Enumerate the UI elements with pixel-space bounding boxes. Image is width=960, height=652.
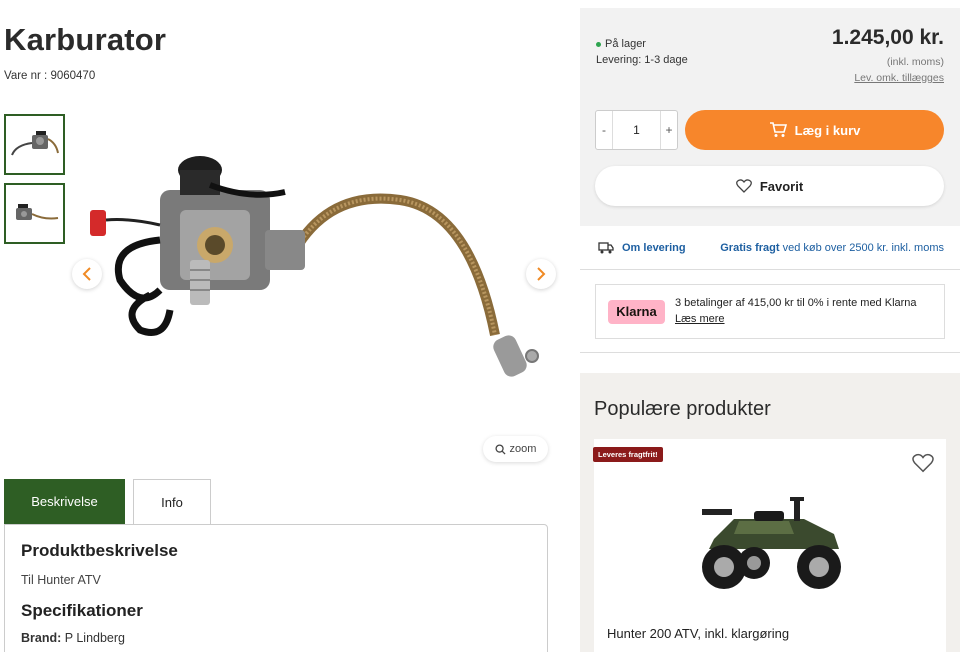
divider <box>580 352 960 353</box>
shipping-info-row: Om levering Gratis fragt ved køb over 25… <box>580 226 960 270</box>
add-to-cart-label: Læg i kurv <box>794 122 861 138</box>
spec-brand: Brand: P Lindberg <box>21 631 531 645</box>
klarna-logo: Klarna <box>608 299 665 324</box>
favorite-button[interactable]: Favorit <box>595 166 944 206</box>
tab-beskrivelse[interactable]: Beskrivelse <box>4 479 125 524</box>
stock-label: På lager <box>605 38 646 50</box>
quantity-stepper: - 1 + <box>595 110 678 150</box>
about-delivery-link[interactable]: Om levering <box>598 242 686 254</box>
klarna-text: 3 betalinger af 415,00 kr til 0% i rente… <box>675 296 917 309</box>
zoom-label: zoom <box>509 443 537 455</box>
klarna-read-more-link[interactable]: Læs mere <box>675 312 917 328</box>
product-sku: Vare nr : 9060470 <box>4 70 96 82</box>
quantity-input[interactable]: 1 <box>613 111 660 149</box>
vat-note: (inkl. moms) <box>886 56 944 68</box>
popular-products-title: Populære produkter <box>594 398 771 420</box>
favorite-label: Favorit <box>759 178 804 194</box>
product-main-image[interactable] <box>80 140 560 390</box>
klarna-info: 3 betalinger af 415,00 kr til 0% i rente… <box>675 296 917 328</box>
chevron-right-icon <box>537 267 546 281</box>
atv-image <box>702 497 841 589</box>
spec-brand-value: P Lindberg <box>64 631 126 645</box>
carburetor-thumbnail-image <box>10 130 59 155</box>
truck-icon <box>598 241 614 253</box>
quantity-decrease-button[interactable]: - <box>596 111 613 149</box>
heart-icon <box>912 453 934 473</box>
search-icon <box>495 443 506 455</box>
product-card-name[interactable]: Hunter 200 ATV, inkl. klargøring <box>607 626 789 641</box>
gallery-thumbnail-2[interactable] <box>4 183 65 244</box>
about-delivery-label: Om levering <box>622 241 686 254</box>
delivery-time: Levering: 1-3 dage <box>596 54 688 66</box>
product-card[interactable]: Leveres fragtfrit! Hunter 200 ATV, inkl.… <box>593 439 946 652</box>
chevron-left-icon <box>82 267 91 281</box>
free-shipping-rest: ved køb over 2500 kr. inkl. moms <box>779 241 944 254</box>
cart-icon <box>769 122 787 137</box>
carburetor-image <box>90 156 539 377</box>
product-price: 1.245,00 kr. <box>831 26 944 49</box>
gallery-next-button[interactable] <box>526 259 556 289</box>
gallery-prev-button[interactable] <box>72 259 102 289</box>
popular-products-section: Populære produkter Leveres fragtfrit! Hu… <box>580 373 960 652</box>
free-shipping-note: Gratis fragt ved køb over 2500 kr. inkl.… <box>720 242 944 254</box>
stock-dot-icon <box>596 41 601 47</box>
specifications-heading: Specifikationer <box>21 601 143 620</box>
product-title: Karburator <box>4 22 167 57</box>
product-card-image <box>694 489 854 599</box>
gallery-thumbnail-1[interactable] <box>4 114 65 175</box>
description-heading: Produktbeskrivelse <box>21 541 178 560</box>
shipping-cost-link[interactable]: Lev. omk. tillægges <box>854 72 944 84</box>
heart-icon <box>735 179 752 193</box>
add-to-cart-button[interactable]: Læg i kurv <box>685 110 944 150</box>
spec-brand-label: Brand: <box>21 631 62 645</box>
tab-info[interactable]: Info <box>133 479 211 524</box>
klarna-box: Klarna 3 betalinger af 415,00 kr til 0% … <box>595 284 945 339</box>
free-shipping-badge: Leveres fragtfrit! <box>593 447 663 462</box>
description-panel: Produktbeskrivelse Til Hunter ATV Specif… <box>4 524 548 652</box>
description-text: Til Hunter ATV <box>21 573 101 587</box>
quantity-increase-button[interactable]: + <box>660 111 677 149</box>
stock-status: På lager <box>596 38 646 50</box>
zoom-button[interactable]: zoom <box>483 436 548 462</box>
buy-panel: På lager Levering: 1-3 dage 1.245,00 kr.… <box>580 8 960 226</box>
product-card-favorite-button[interactable] <box>912 453 934 478</box>
carburetor-thumbnail-image-alt <box>15 203 58 220</box>
free-shipping-bold: Gratis fragt <box>720 241 780 254</box>
